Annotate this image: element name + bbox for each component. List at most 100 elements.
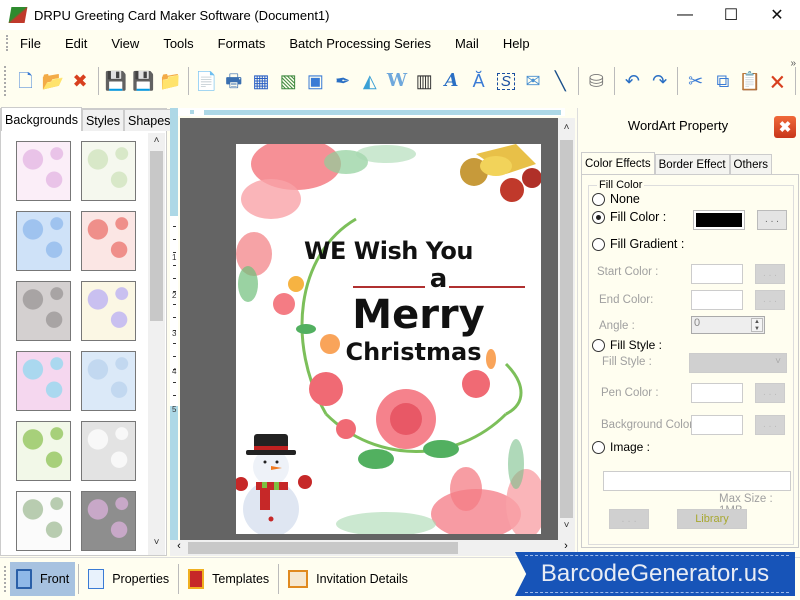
- line-button[interactable]: ╲: [549, 68, 572, 94]
- browse-image-button[interactable]: . . .: [609, 509, 649, 529]
- scrollbar-thumb[interactable]: [188, 542, 458, 554]
- background-thumbnail-fireworks[interactable]: [81, 491, 136, 551]
- scroll-down-icon[interactable]: ˅: [558, 520, 575, 536]
- background-thumbnail-flowers[interactable]: [16, 351, 71, 411]
- greeting-card[interactable]: WE Wish You a Merry Christmas: [236, 144, 541, 534]
- watermark-button[interactable]: W: [385, 68, 408, 94]
- background-thumbnail-snowflakes[interactable]: [81, 351, 136, 411]
- fill-style-dropdown[interactable]: ˅: [689, 353, 787, 373]
- front-button[interactable]: Front: [10, 562, 76, 596]
- scroll-down-icon[interactable]: ˅: [148, 537, 165, 553]
- panel-close-button[interactable]: ✖: [774, 116, 796, 138]
- card-text-line4[interactable]: Christmas: [261, 338, 541, 366]
- scroll-up-icon[interactable]: ˄: [558, 122, 575, 138]
- end-color-picker-button[interactable]: . . .: [755, 290, 785, 310]
- scrollbar-thumb[interactable]: [150, 151, 163, 321]
- tab-color-effects[interactable]: Color Effects: [581, 152, 655, 174]
- background-thumbnail-strawberries[interactable]: [81, 211, 136, 271]
- radio-fill-gradient[interactable]: [592, 238, 605, 251]
- shapes-button[interactable]: ◭: [358, 68, 381, 94]
- invitation-details-button[interactable]: Invitation Details: [282, 562, 414, 596]
- menu-help[interactable]: Help: [503, 34, 530, 53]
- open-button[interactable]: 📂: [41, 68, 64, 94]
- email-button[interactable]: ✉: [521, 68, 544, 94]
- delete-button[interactable]: 🗙: [766, 68, 789, 94]
- text-button[interactable]: A: [440, 68, 463, 94]
- scroll-up-icon[interactable]: ˄: [148, 135, 165, 151]
- tab-others[interactable]: Others: [729, 154, 773, 174]
- card-text-line1[interactable]: WE Wish You: [236, 237, 541, 265]
- toolbar-overflow-button[interactable]: »: [790, 58, 796, 69]
- background-thumbnail-ornaments[interactable]: [16, 491, 71, 551]
- menu-mail[interactable]: Mail: [455, 34, 479, 53]
- redo-button[interactable]: ↷: [648, 68, 671, 94]
- library-button[interactable]: Library: [677, 509, 747, 529]
- print-button[interactable]: 🖶: [222, 68, 245, 94]
- card-text-line3[interactable]: Merry: [266, 292, 541, 338]
- tab-backgrounds[interactable]: Backgrounds: [1, 107, 82, 131]
- radio-image[interactable]: [592, 441, 605, 454]
- save-button[interactable]: 💾: [105, 68, 128, 94]
- new-button[interactable]: 🗋: [14, 68, 37, 94]
- menu-batch-processing-series[interactable]: Batch Processing Series: [289, 34, 431, 53]
- pen-color-picker-button[interactable]: . . .: [755, 383, 785, 403]
- menu-view[interactable]: View: [111, 34, 139, 53]
- canvas-horizontal-scrollbar[interactable]: ‹ ›: [170, 540, 575, 556]
- properties-button[interactable]: 📄: [195, 68, 218, 94]
- snowman: [236, 434, 312, 534]
- background-color-picker-button[interactable]: . . .: [755, 415, 785, 435]
- end-color-swatch[interactable]: [691, 290, 743, 310]
- scroll-left-icon[interactable]: ‹: [172, 540, 186, 556]
- background-thumbnail-pine-trees[interactable]: [16, 421, 71, 481]
- menu-file[interactable]: File: [20, 34, 41, 53]
- spinner-arrows-icon[interactable]: ▲ ▼: [751, 318, 763, 332]
- scrollbar-thumb[interactable]: [560, 140, 573, 518]
- background-thumbnail-baby-icons[interactable]: [16, 141, 71, 201]
- fill-color-swatch[interactable]: [693, 210, 745, 230]
- close-doc-button[interactable]: ✖: [68, 68, 91, 94]
- close-button[interactable]: ✕: [754, 0, 800, 30]
- templates-button[interactable]: Templates: [182, 562, 275, 596]
- save-as-button[interactable]: 💾: [132, 68, 155, 94]
- maximize-button[interactable]: ☐: [708, 0, 754, 30]
- wordart-button[interactable]: Ă: [467, 68, 490, 94]
- pen-color-swatch[interactable]: [691, 383, 743, 403]
- image-path-input[interactable]: [603, 471, 791, 491]
- backgrounds-scrollbar[interactable]: ˄ ˅: [148, 133, 165, 555]
- radio-fill-color[interactable]: [592, 211, 605, 224]
- radio-fill-style[interactable]: [592, 339, 605, 352]
- minimize-button[interactable]: —: [662, 0, 708, 30]
- menu-edit[interactable]: Edit: [65, 34, 87, 53]
- tab-styles[interactable]: Styles: [81, 109, 125, 131]
- copy-button[interactable]: ⧉: [711, 68, 734, 94]
- canvas-vertical-scrollbar[interactable]: ˄ ˅: [558, 118, 575, 540]
- start-color-picker-button[interactable]: . . .: [755, 264, 785, 284]
- menu-formats[interactable]: Formats: [218, 34, 266, 53]
- cut-button[interactable]: ✂: [684, 68, 707, 94]
- card-text-line2[interactable]: a: [286, 264, 541, 294]
- background-thumbnail-hearts-lines[interactable]: [81, 281, 136, 341]
- barcode-button[interactable]: ▥: [413, 68, 436, 94]
- background-color-swatch[interactable]: [691, 415, 743, 435]
- background-thumbnail-clouds[interactable]: [16, 211, 71, 271]
- signature-button[interactable]: S: [494, 68, 517, 94]
- background-thumbnail-white-heart[interactable]: [81, 421, 136, 481]
- radio-none[interactable]: [592, 193, 605, 206]
- background-button[interactable]: ▦: [249, 68, 272, 94]
- menu-tools[interactable]: Tools: [163, 34, 193, 53]
- start-color-swatch[interactable]: [691, 264, 743, 284]
- undo-button[interactable]: ↶: [621, 68, 644, 94]
- paste-button[interactable]: 📋: [739, 68, 762, 94]
- database-button[interactable]: ⛁: [585, 68, 608, 94]
- background-thumbnail-gray-leaves[interactable]: [16, 281, 71, 341]
- fill-color-picker-button[interactable]: . . .: [757, 210, 787, 230]
- background-thumbnail-baby-sketch[interactable]: [81, 141, 136, 201]
- angle-spinner[interactable]: 0 ▲ ▼: [691, 316, 765, 334]
- insert-image-button[interactable]: ▣: [304, 68, 327, 94]
- image-edit-button[interactable]: ▧: [277, 68, 300, 94]
- tab-border-effect[interactable]: Border Effect: [654, 154, 730, 174]
- export-button[interactable]: 📁: [159, 68, 182, 94]
- properties-button[interactable]: Properties: [82, 562, 175, 596]
- tab-shapes[interactable]: Shapes: [124, 109, 175, 131]
- pen-button[interactable]: ✒: [331, 68, 354, 94]
